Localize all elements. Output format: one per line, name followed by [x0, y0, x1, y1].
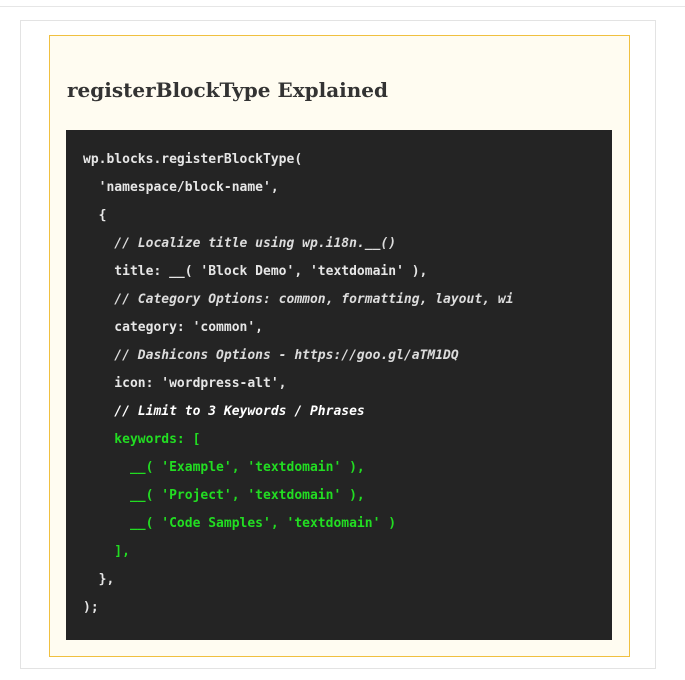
code-line: title: __( 'Block Demo', 'textdomain' ), — [83, 264, 428, 279]
code-comment-line: // Localize title using wp.i18n.__() — [83, 236, 397, 251]
callout-title: registerBlockType Explained — [67, 78, 389, 102]
code-line-highlighted: keywords: [ — [83, 432, 201, 447]
code-line: }, — [83, 572, 115, 587]
code-line-highlighted: __( 'Project', 'textdomain' ), — [83, 488, 365, 503]
code-line-highlighted: __( 'Code Samples', 'textdomain' ) — [83, 516, 397, 531]
code-line: category: 'common', — [83, 320, 264, 335]
code-line: icon: 'wordpress-alt', — [83, 376, 287, 391]
code-line-highlighted: ], — [83, 544, 130, 559]
code-line: 'namespace/block-name', — [83, 180, 279, 195]
top-divider — [0, 6, 685, 7]
callout-box: registerBlockType Explained wp.blocks.re… — [49, 35, 630, 657]
code-comment-line: // Category Options: common, formatting,… — [83, 292, 514, 307]
code-line-highlighted: __( 'Example', 'textdomain' ), — [83, 460, 365, 475]
code-line: wp.blocks.registerBlockType( — [83, 152, 303, 167]
code-line: { — [83, 208, 107, 223]
code-comment-line: // Limit to 3 Keywords / Phrases — [83, 404, 365, 419]
code-comment-line: // Dashicons Options - https://goo.gl/aT… — [83, 348, 459, 363]
code-line: ); — [83, 600, 99, 615]
code-lines: wp.blocks.registerBlockType( 'namespace/… — [83, 146, 513, 622]
code-block[interactable]: wp.blocks.registerBlockType( 'namespace/… — [66, 130, 612, 640]
